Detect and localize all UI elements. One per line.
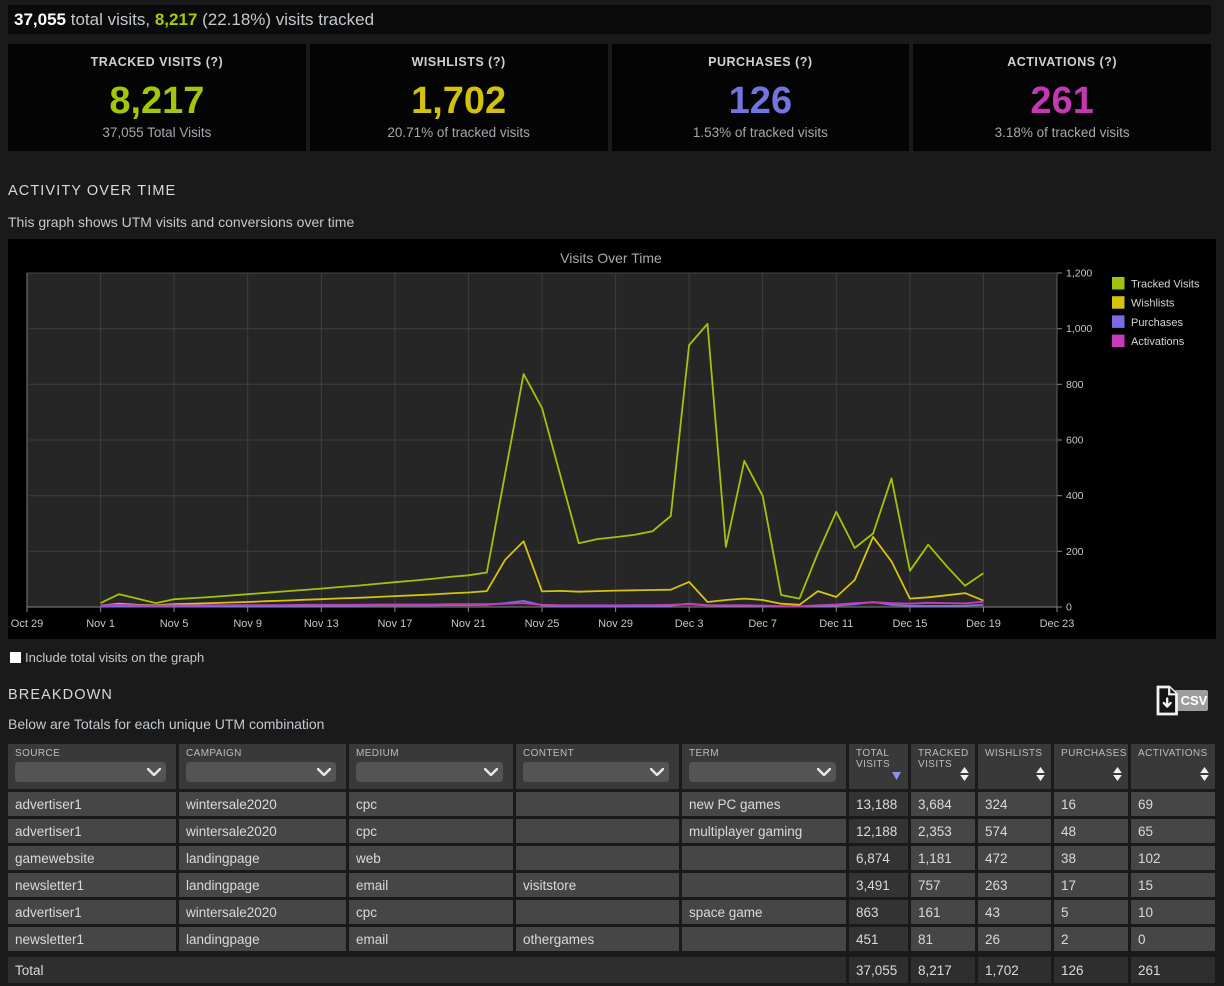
- svg-text:400: 400: [1066, 490, 1084, 502]
- svg-text:Dec 23: Dec 23: [1040, 618, 1075, 630]
- svg-text:200: 200: [1066, 546, 1084, 558]
- svg-text:Purchases: Purchases: [1131, 317, 1183, 329]
- svg-text:Nov 5: Nov 5: [160, 618, 189, 630]
- svg-text:Visits Over Time: Visits Over Time: [560, 250, 662, 266]
- svg-text:600: 600: [1066, 435, 1084, 447]
- svg-text:1,200: 1,200: [1066, 268, 1092, 280]
- svg-text:1,000: 1,000: [1066, 323, 1092, 335]
- svg-text:Nov 21: Nov 21: [451, 618, 486, 630]
- svg-text:Nov 1: Nov 1: [86, 618, 115, 630]
- svg-text:Dec 15: Dec 15: [892, 618, 927, 630]
- svg-text:Nov 9: Nov 9: [233, 618, 262, 630]
- svg-text:Oct 29: Oct 29: [11, 618, 43, 630]
- svg-text:800: 800: [1066, 379, 1084, 391]
- svg-text:Dec 3: Dec 3: [675, 618, 704, 630]
- svg-text:Dec 11: Dec 11: [819, 618, 853, 630]
- svg-text:Nov 13: Nov 13: [304, 618, 339, 630]
- svg-text:Nov 25: Nov 25: [525, 618, 560, 630]
- svg-text:Dec 7: Dec 7: [748, 618, 777, 630]
- svg-text:Activations: Activations: [1131, 336, 1185, 348]
- svg-text:Nov 17: Nov 17: [377, 618, 412, 630]
- svg-text:0: 0: [1066, 602, 1072, 614]
- svg-text:Nov 29: Nov 29: [598, 618, 633, 630]
- svg-text:Dec 19: Dec 19: [966, 618, 1001, 630]
- svg-text:Wishlists: Wishlists: [1131, 298, 1175, 310]
- svg-text:Tracked Visits: Tracked Visits: [1131, 279, 1200, 291]
